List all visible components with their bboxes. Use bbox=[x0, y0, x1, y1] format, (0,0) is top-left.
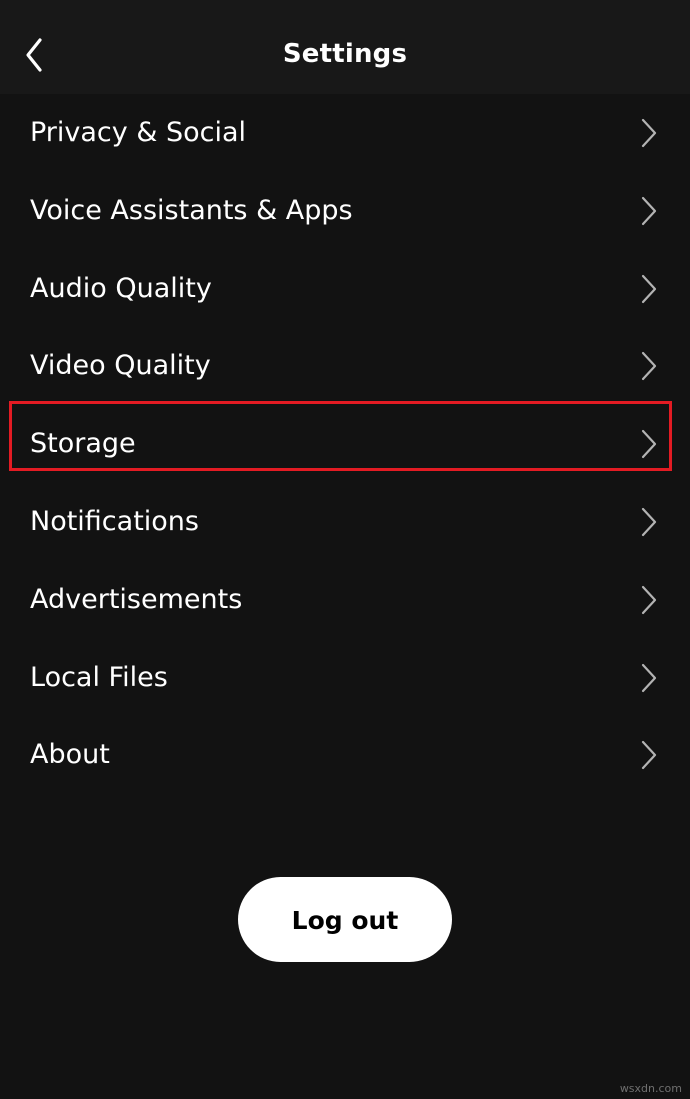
chevron-right-icon bbox=[640, 740, 658, 770]
menu-item-privacy-social[interactable]: Privacy & Social bbox=[0, 94, 690, 172]
menu-item-label: Advertisements bbox=[30, 583, 243, 615]
menu-item-label: Privacy & Social bbox=[30, 117, 247, 148]
page-title: Settings bbox=[282, 39, 408, 69]
menu-item-storage[interactable]: Storage bbox=[0, 401, 690, 483]
watermark: wsxdn.com bbox=[619, 1082, 682, 1095]
chevron-right-icon bbox=[640, 429, 658, 459]
menu-item-label: Audio Quality bbox=[30, 272, 212, 304]
log-out-button[interactable]: Log out bbox=[238, 877, 452, 962]
menu-item-notifications[interactable]: Notifications bbox=[0, 483, 690, 561]
chevron-right-icon bbox=[640, 118, 658, 148]
menu-item-label: Notifications bbox=[30, 505, 199, 537]
menu-item-label: Video Quality bbox=[30, 350, 211, 382]
menu-item-advertisements[interactable]: Advertisements bbox=[0, 561, 690, 639]
chevron-right-icon bbox=[640, 274, 658, 304]
back-button[interactable] bbox=[16, 34, 52, 76]
chevron-right-icon bbox=[640, 585, 658, 615]
menu-item-label: Storage bbox=[30, 428, 136, 460]
menu-item-audio-quality[interactable]: Audio Quality bbox=[0, 250, 690, 328]
chevron-right-icon bbox=[640, 663, 658, 693]
chevron-left-icon bbox=[16, 34, 52, 76]
menu-item-local-files[interactable]: Local Files bbox=[0, 639, 690, 717]
menu-item-voice-assistants-apps[interactable]: Voice Assistants & Apps bbox=[0, 172, 690, 250]
chevron-right-icon bbox=[640, 351, 658, 381]
menu-item-label: Voice Assistants & Apps bbox=[30, 194, 353, 226]
chevron-right-icon bbox=[640, 507, 658, 537]
chevron-right-icon bbox=[640, 196, 658, 226]
menu-item-about[interactable]: About bbox=[0, 716, 690, 794]
menu-item-video-quality[interactable]: Video Quality bbox=[0, 327, 690, 405]
menu-item-label: Local Files bbox=[30, 661, 168, 693]
menu-item-label: About bbox=[30, 739, 110, 771]
settings-menu: Privacy & Social Voice Assistants & Apps… bbox=[0, 94, 690, 794]
